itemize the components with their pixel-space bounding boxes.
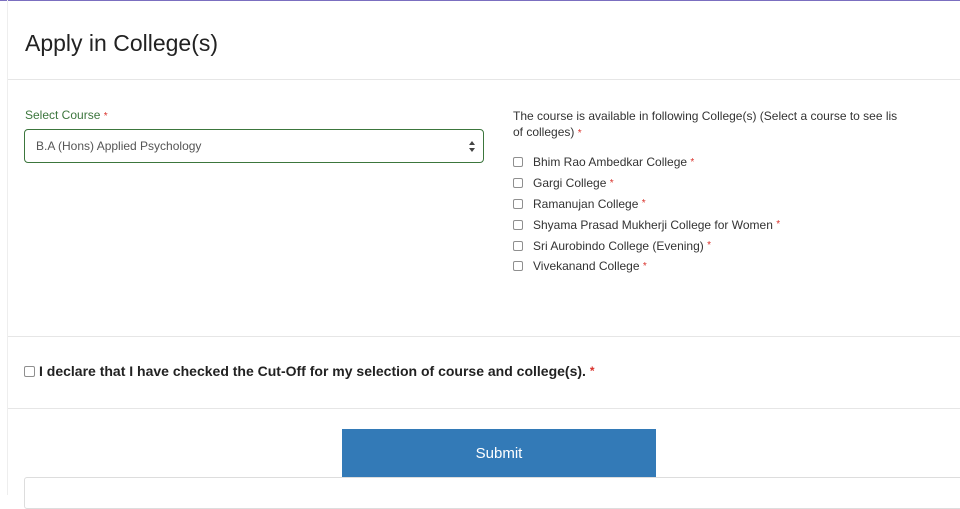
- course-select[interactable]: B.A (Hons) Applied Psychology: [24, 129, 484, 163]
- divider: [8, 408, 960, 409]
- page-title: Apply in College(s): [25, 30, 219, 56]
- colleges-intro-line-2: of colleges) *: [513, 124, 960, 142]
- left-border: [7, 0, 8, 495]
- college-name: Shyama Prasad Mukherji College for Women: [533, 217, 773, 232]
- select-course-label: Select Course *: [25, 108, 108, 122]
- college-name: Bhim Rao Ambedkar College: [533, 155, 688, 170]
- required-mark: *: [609, 177, 614, 189]
- select-arrows-icon: [469, 141, 475, 152]
- college-checkbox[interactable]: [513, 219, 523, 230]
- required-mark: *: [776, 219, 781, 231]
- college-checkbox[interactable]: [513, 198, 523, 209]
- required-mark: *: [641, 198, 646, 210]
- college-name: Sri Aurobindo College (Evening): [533, 238, 704, 253]
- bottom-panel: [24, 477, 960, 509]
- college-name: Gargi College: [533, 176, 607, 191]
- college-option[interactable]: Gargi College *: [513, 173, 780, 194]
- college-option[interactable]: Shyama Prasad Mukherji College for Women…: [513, 214, 780, 235]
- divider: [8, 336, 960, 337]
- submit-button[interactable]: Submit: [342, 429, 656, 477]
- college-checkbox[interactable]: [513, 261, 523, 272]
- college-checkbox[interactable]: [513, 157, 523, 168]
- declaration-checkbox[interactable]: [24, 365, 35, 377]
- required-mark: *: [642, 260, 647, 272]
- colleges-intro-line-2-text: of colleges): [513, 125, 575, 139]
- top-border: [0, 0, 960, 1]
- college-option[interactable]: Vivekanand College *: [513, 256, 780, 277]
- college-name: Ramanujan College: [533, 196, 639, 211]
- course-select-value: B.A (Hons) Applied Psychology: [36, 139, 202, 153]
- college-checkbox[interactable]: [513, 178, 523, 189]
- college-checkbox[interactable]: [513, 240, 523, 251]
- colleges-intro-line-1: The course is available in following Col…: [513, 109, 898, 123]
- declaration-text: I declare that I have checked the Cut-Of…: [39, 363, 586, 379]
- college-name: Vivekanand College: [533, 259, 640, 274]
- college-option[interactable]: Sri Aurobindo College (Evening) *: [513, 235, 780, 256]
- required-mark: *: [103, 111, 108, 122]
- required-mark: *: [690, 156, 695, 168]
- divider: [8, 79, 960, 80]
- required-mark: *: [577, 128, 582, 139]
- college-checkbox-list: Bhim Rao Ambedkar College * Gargi Colleg…: [513, 152, 780, 277]
- select-course-label-text: Select Course: [25, 108, 101, 122]
- required-mark: *: [589, 364, 595, 378]
- college-option[interactable]: Bhim Rao Ambedkar College *: [513, 152, 780, 173]
- college-option[interactable]: Ramanujan College *: [513, 194, 780, 215]
- required-mark: *: [707, 240, 712, 252]
- declaration-row[interactable]: I declare that I have checked the Cut-Of…: [24, 363, 594, 379]
- colleges-intro: The course is available in following Col…: [513, 108, 960, 142]
